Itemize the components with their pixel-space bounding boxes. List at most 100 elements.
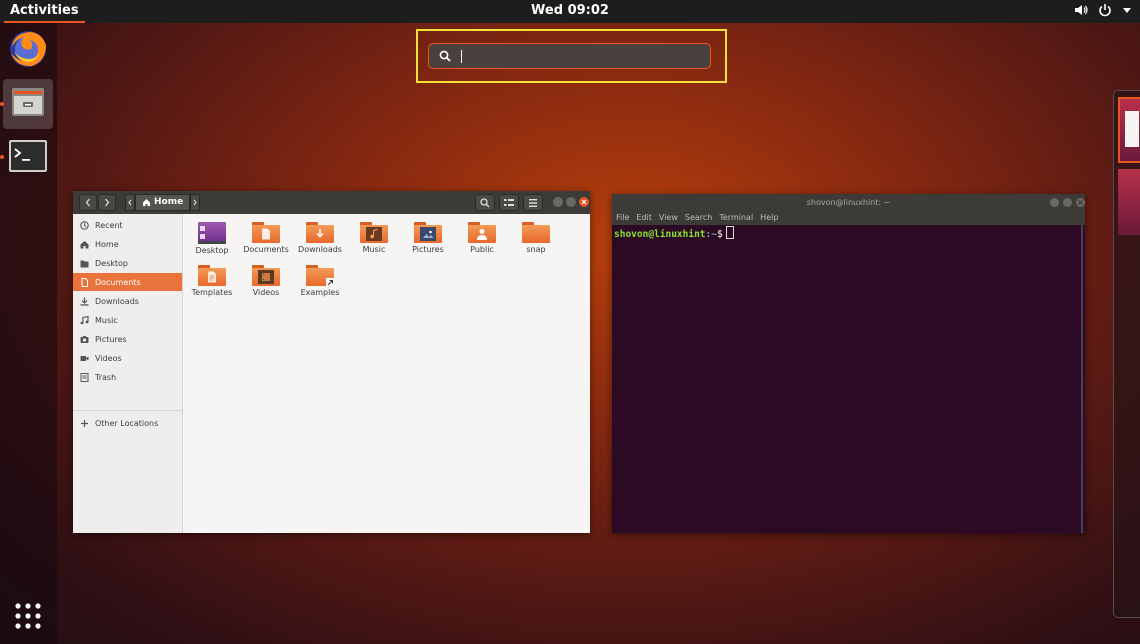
dock-firefox[interactable]: [3, 26, 53, 76]
forward-button[interactable]: [98, 194, 116, 211]
folder-templates[interactable]: Templates: [185, 265, 239, 297]
files-content: Desktop Documents Downloads Music Pictur…: [183, 214, 590, 533]
folder-icon: [468, 222, 496, 243]
view-toggle-button[interactable]: [499, 194, 519, 211]
menu-search[interactable]: Search: [685, 211, 712, 225]
search-box[interactable]: [428, 43, 711, 69]
running-indicator: [0, 155, 4, 159]
path-scroll-right[interactable]: [190, 194, 201, 211]
close-icon: [1078, 200, 1083, 205]
workspace-thumbnail-2[interactable]: [1118, 169, 1140, 235]
folder-icon: [414, 222, 442, 243]
dock-terminal[interactable]: [3, 133, 53, 183]
folder-desktop[interactable]: Desktop: [185, 222, 239, 255]
folder-icon: [252, 222, 280, 243]
terminal-cursor: [725, 226, 734, 239]
menu-edit[interactable]: Edit: [636, 211, 652, 225]
sidebar-item-home[interactable]: Home: [73, 235, 182, 253]
sidebar-item-trash[interactable]: Trash: [73, 368, 182, 386]
folder-pictures[interactable]: Pictures: [401, 222, 455, 254]
search-button[interactable]: [475, 194, 495, 211]
folder-documents[interactable]: Documents: [239, 222, 293, 254]
terminal-menubar: File Edit View Search Terminal Help: [612, 211, 1085, 225]
app-grid-icon: [14, 602, 42, 634]
menu-terminal[interactable]: Terminal: [719, 211, 753, 225]
back-button[interactable]: [79, 194, 97, 211]
terminal-titlebar: shovon@linuxhint: ~: [612, 194, 1085, 211]
sidebar-item-label: Downloads: [95, 296, 139, 306]
path-scroll-left[interactable]: [125, 194, 135, 211]
sidebar-item-label: Documents: [95, 277, 141, 287]
sidebar-item-downloads[interactable]: Downloads: [73, 292, 182, 310]
terminal-window[interactable]: shovon@linuxhint: ~ File Edit View Searc…: [612, 194, 1085, 533]
folder-public[interactable]: Public: [455, 222, 509, 254]
sidebar-item-pictures[interactable]: Pictures: [73, 330, 182, 348]
sidebar-divider: [73, 410, 182, 411]
folder-examples[interactable]: Examples: [293, 265, 347, 297]
power-icon[interactable]: [1098, 3, 1112, 17]
folder-music[interactable]: Music: [347, 222, 401, 254]
folder-label: Templates: [191, 288, 233, 297]
minimize-button[interactable]: [553, 197, 563, 207]
workspace-switcher: [1113, 90, 1140, 618]
sidebar-item-recent[interactable]: Recent: [73, 216, 182, 234]
home-icon: [143, 199, 150, 206]
menu-button[interactable]: [523, 194, 543, 211]
clock-icon: [80, 220, 89, 230]
download-icon: [316, 229, 324, 238]
folder-label: Documents: [243, 245, 289, 254]
menu-file[interactable]: File: [616, 211, 629, 225]
files-window[interactable]: Home Recent Home Desktop Documents Downl…: [73, 191, 590, 533]
menu-view[interactable]: View: [659, 211, 678, 225]
folder-icon: [522, 222, 550, 243]
sidebar-item-other-locations[interactable]: Other Locations: [73, 414, 182, 432]
files-headerbar: Home: [73, 191, 590, 214]
minimize-button[interactable]: [1050, 198, 1059, 207]
show-applications-button[interactable]: [3, 593, 53, 643]
folder-label: Music: [362, 245, 386, 254]
clock-label[interactable]: Wed 09:02: [531, 3, 609, 18]
system-tray[interactable]: [1074, 3, 1132, 17]
search-icon: [480, 197, 490, 207]
path-bar: Home: [125, 194, 201, 211]
files-sidebar: Recent Home Desktop Documents Downloads …: [73, 214, 183, 533]
maximize-button[interactable]: [566, 197, 576, 207]
folder-icon: [360, 222, 388, 243]
text-cursor: [461, 49, 462, 63]
folder-downloads[interactable]: Downloads: [293, 222, 347, 254]
firefox-icon: [8, 29, 48, 73]
search-input[interactable]: [468, 46, 708, 66]
list-view-icon: [504, 198, 514, 206]
menu-help[interactable]: Help: [760, 211, 778, 225]
close-button[interactable]: [1076, 198, 1085, 207]
sidebar-item-videos[interactable]: Videos: [73, 349, 182, 367]
sidebar-item-documents[interactable]: Documents: [73, 273, 182, 291]
volume-icon[interactable]: [1074, 3, 1088, 17]
terminal-icon: [8, 139, 48, 177]
terminal-body[interactable]: shovon@linuxhint:~$: [612, 225, 1083, 533]
music-icon: [80, 315, 89, 325]
path-home[interactable]: Home: [135, 194, 191, 211]
hamburger-icon: [529, 198, 537, 207]
sidebar-item-music[interactable]: Music: [73, 311, 182, 329]
desktop-icon: [80, 259, 89, 268]
workspace-thumbnail-1[interactable]: [1118, 97, 1140, 163]
path-home-label: Home: [154, 197, 184, 207]
folder-label: Videos: [252, 288, 280, 297]
close-button[interactable]: [579, 197, 589, 207]
sidebar-item-label: Desktop: [95, 258, 128, 268]
activities-button[interactable]: Activities: [4, 0, 85, 23]
folder-label: Pictures: [412, 245, 444, 254]
sidebar-item-label: Trash: [95, 372, 117, 382]
dock-files[interactable]: [3, 79, 53, 129]
folder-snap[interactable]: snap: [509, 222, 563, 254]
clock: Wed 09:02: [0, 0, 1140, 22]
folder-videos[interactable]: Videos: [239, 265, 293, 297]
music-icon: [370, 229, 378, 239]
maximize-button[interactable]: [1063, 198, 1072, 207]
menu-arrow-icon[interactable]: [1122, 3, 1132, 17]
folder-icon: [306, 222, 334, 243]
sidebar-item-desktop[interactable]: Desktop: [73, 254, 182, 272]
folder-icon: [252, 265, 280, 286]
folder-label: snap: [526, 245, 546, 254]
